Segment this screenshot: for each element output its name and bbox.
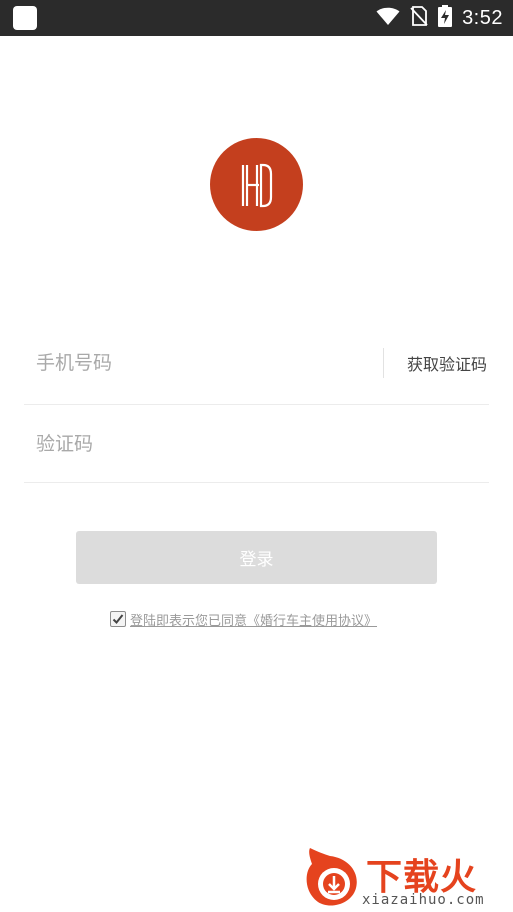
flame-logo-icon xyxy=(306,848,357,906)
login-screen: 3:52 获取验证码 登录 登陆即表示您已同意《婚行车主使用协议》 xyxy=(0,0,513,912)
watermark: 下载火 xiazaihuo.com xyxy=(300,842,513,912)
status-icons: 3:52 xyxy=(376,0,503,36)
no-sim-icon xyxy=(410,6,428,30)
code-field-row xyxy=(24,405,489,483)
battery-charging-icon xyxy=(438,5,453,31)
app-notification-icon xyxy=(13,6,37,30)
phone-input[interactable] xyxy=(36,322,366,404)
get-code-button[interactable]: 获取验证码 xyxy=(407,322,487,404)
watermark-url: xiazaihuo.com xyxy=(362,892,485,908)
clock: 3:52 xyxy=(462,6,503,29)
verification-code-input[interactable] xyxy=(36,405,476,482)
status-bar: 3:52 xyxy=(0,0,513,36)
agreement-checkbox[interactable] xyxy=(110,611,126,627)
app-logo xyxy=(210,138,303,231)
hd-logo-icon xyxy=(241,163,273,208)
agreement-link[interactable]: 登陆即表示您已同意《婚行车主使用协议》 xyxy=(130,610,377,629)
login-button[interactable]: 登录 xyxy=(76,531,437,584)
phone-field-row: 获取验证码 xyxy=(24,322,489,405)
divider xyxy=(383,348,384,378)
checkmark-icon xyxy=(112,614,124,624)
wifi-icon xyxy=(376,6,400,30)
agreement: 登陆即表示您已同意《婚行车主使用协议》 xyxy=(110,609,377,629)
